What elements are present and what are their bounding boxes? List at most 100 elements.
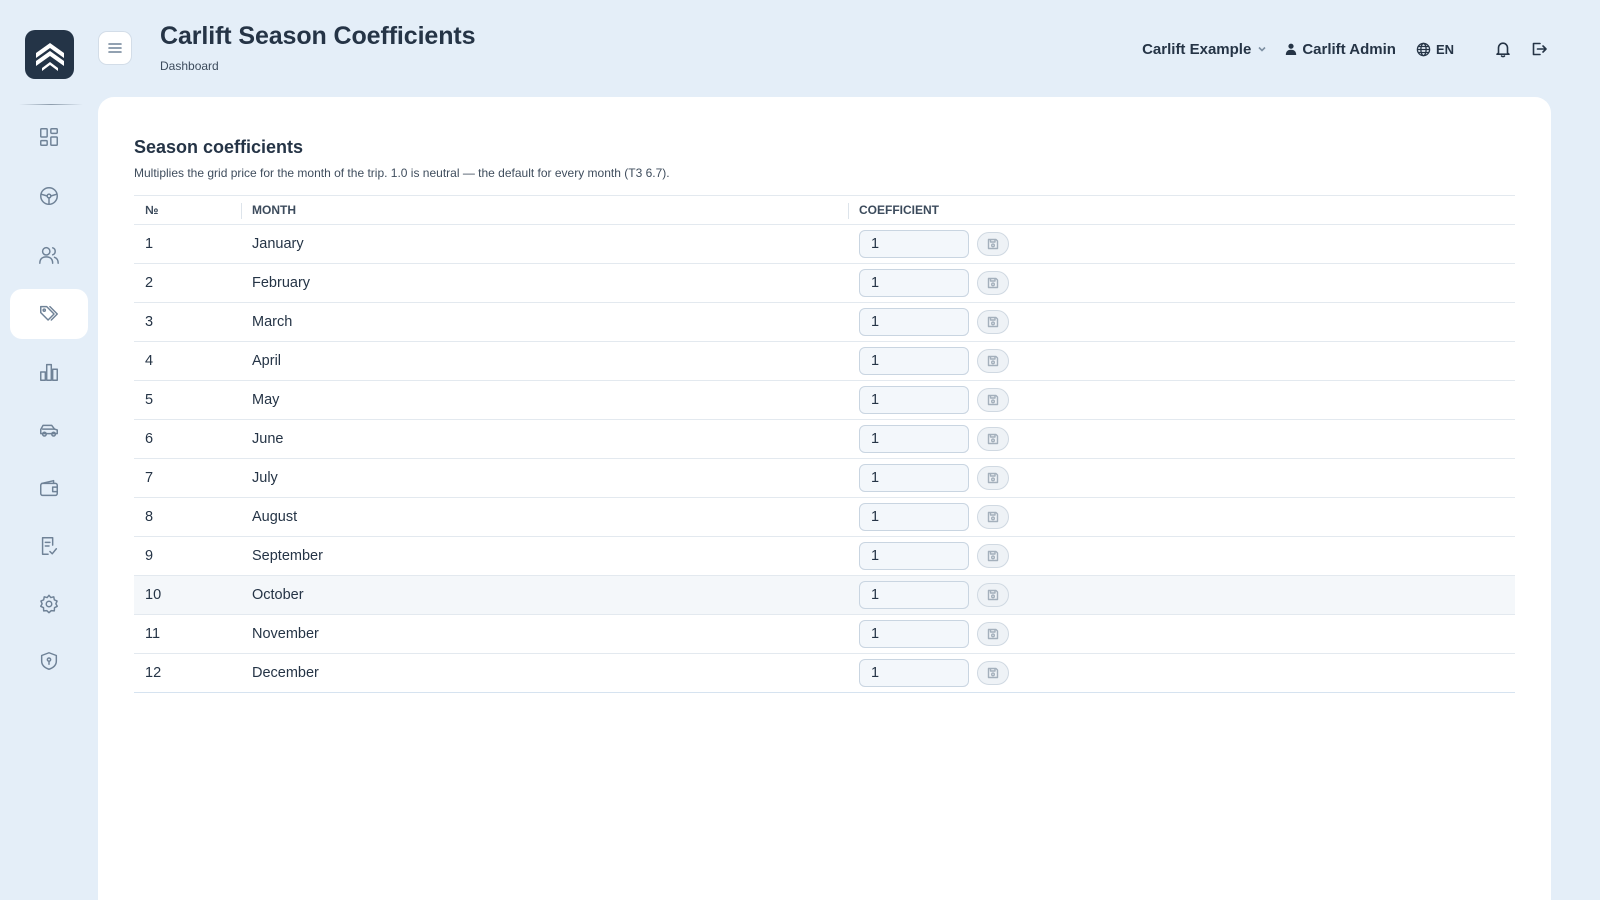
hamburger-icon — [108, 43, 122, 53]
save-icon — [987, 316, 999, 328]
row-month: April — [252, 353, 282, 369]
sidebar-item-reports[interactable] — [10, 521, 88, 571]
save-button[interactable] — [977, 505, 1009, 529]
language-switcher[interactable]: EN — [1416, 42, 1454, 57]
save-icon — [987, 550, 999, 562]
row-month: August — [252, 509, 298, 525]
column-header-number: № — [145, 203, 159, 217]
language-code: EN — [1435, 41, 1454, 57]
table-row: 3 March — [134, 303, 1515, 342]
section-title: Season coefficients — [134, 137, 304, 157]
save-button[interactable] — [977, 271, 1009, 295]
save-button[interactable] — [977, 232, 1009, 256]
row-number: 6 — [145, 431, 154, 447]
table-row: 4 April — [134, 342, 1515, 381]
logo-chevrons-icon — [35, 42, 64, 71]
car-icon — [40, 424, 58, 437]
coefficient-input[interactable] — [859, 386, 969, 414]
row-number: 7 — [145, 470, 154, 486]
table-row: 6 June — [134, 420, 1515, 459]
sidebar-divider — [19, 104, 83, 105]
save-icon — [987, 589, 999, 601]
save-button[interactable] — [977, 427, 1009, 451]
row-number: 1 — [145, 236, 154, 252]
sidebar-item-pricing[interactable] — [10, 289, 88, 339]
sidebar-item-settings[interactable] — [10, 579, 88, 629]
wallet-icon — [40, 479, 58, 497]
coefficient-input[interactable] — [859, 620, 969, 648]
menu-toggle-button[interactable] — [98, 31, 132, 65]
shield-icon — [40, 652, 58, 670]
table-row: 9 September — [134, 537, 1515, 576]
row-month: February — [252, 275, 311, 291]
checklist-icon — [41, 537, 58, 555]
save-button[interactable] — [977, 661, 1009, 685]
app-logo[interactable] — [25, 30, 74, 79]
table-row: 1 January — [134, 225, 1515, 264]
organization-select[interactable]: Carlift Example — [1142, 41, 1267, 58]
season-coefficients-table: № MONTH COEFFICIENT 1 January 2 February… — [134, 195, 1515, 693]
users-icon — [39, 246, 59, 264]
bell-icon — [1496, 42, 1510, 58]
row-number: 2 — [145, 275, 154, 291]
bar-chart-icon — [40, 363, 58, 381]
row-number: 3 — [145, 314, 154, 330]
save-icon — [987, 277, 999, 289]
save-button[interactable] — [977, 544, 1009, 568]
table-header: № MONTH COEFFICIENT — [134, 195, 1515, 225]
logout-button[interactable] — [1530, 40, 1548, 58]
coefficient-input[interactable] — [859, 269, 969, 297]
sidebar-item-wallet[interactable] — [10, 463, 88, 513]
row-number: 9 — [145, 548, 154, 564]
tags-icon — [40, 305, 58, 321]
coefficient-input[interactable] — [859, 425, 969, 453]
row-month: December — [252, 665, 319, 681]
table-row: 2 February — [134, 264, 1515, 303]
table-row: 8 August — [134, 498, 1515, 537]
row-number: 5 — [145, 392, 154, 408]
sidebar-item-drivers[interactable] — [10, 171, 88, 221]
row-month: January — [252, 236, 304, 252]
sidebar-item-users[interactable] — [10, 230, 88, 280]
row-month: October — [252, 587, 304, 603]
save-button[interactable] — [977, 466, 1009, 490]
save-icon — [987, 238, 999, 250]
logout-icon — [1532, 42, 1547, 56]
coefficient-input[interactable] — [859, 230, 969, 258]
save-button[interactable] — [977, 583, 1009, 607]
row-month: June — [252, 431, 284, 447]
row-month: July — [252, 470, 278, 486]
sidebar-item-security[interactable] — [10, 636, 88, 686]
coefficient-input[interactable] — [859, 659, 969, 687]
save-button[interactable] — [977, 388, 1009, 412]
coefficient-input[interactable] — [859, 542, 969, 570]
row-number: 10 — [145, 587, 162, 603]
save-button[interactable] — [977, 349, 1009, 373]
coefficient-input[interactable] — [859, 464, 969, 492]
row-number: 12 — [145, 665, 162, 681]
sidebar-item-dashboard[interactable] — [10, 112, 88, 162]
row-number: 4 — [145, 353, 154, 369]
row-month: May — [252, 392, 280, 408]
coefficient-input[interactable] — [859, 581, 969, 609]
sidebar-item-statistics[interactable] — [10, 347, 88, 397]
gear-icon — [40, 594, 58, 614]
save-button[interactable] — [977, 622, 1009, 646]
column-header-coefficient: COEFFICIENT — [848, 196, 1515, 224]
save-button[interactable] — [977, 310, 1009, 334]
globe-icon — [1416, 42, 1431, 56]
notifications-button[interactable] — [1494, 40, 1512, 58]
save-icon — [987, 355, 999, 367]
table-row: 10 October — [134, 576, 1515, 615]
sidebar — [0, 0, 98, 900]
organization-name: Carlift Example — [1142, 40, 1252, 58]
breadcrumb[interactable]: Dashboard — [160, 59, 219, 73]
save-icon — [987, 511, 999, 523]
coefficient-input[interactable] — [859, 347, 969, 375]
row-number: 8 — [145, 509, 154, 525]
coefficient-input[interactable] — [859, 308, 969, 336]
coefficient-input[interactable] — [859, 503, 969, 531]
user-menu[interactable]: Carlift Admin — [1285, 41, 1396, 58]
sidebar-item-vehicles[interactable] — [10, 405, 88, 455]
steering-wheel-icon — [40, 187, 58, 205]
